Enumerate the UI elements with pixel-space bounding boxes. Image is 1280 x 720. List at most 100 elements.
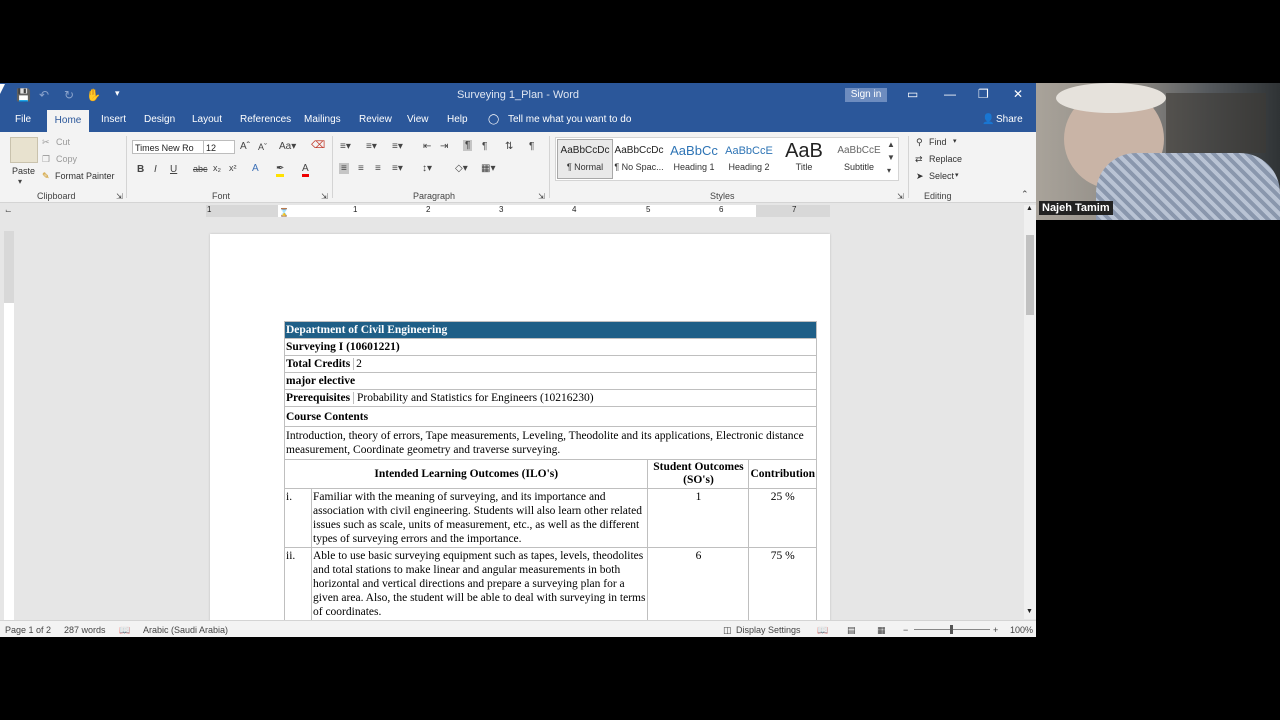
language-indicator[interactable]: Arabic (Saudi Arabia) (143, 625, 228, 635)
indent-marker-icon[interactable]: ⌛ (279, 208, 289, 217)
show-marks-icon[interactable]: ¶ (529, 141, 534, 152)
select-button[interactable]: Select (929, 171, 954, 181)
styles-launcher-icon[interactable]: ⇲ (897, 192, 904, 201)
replace-button[interactable]: Replace (929, 154, 962, 164)
word-count[interactable]: 287 words (64, 625, 106, 635)
ribbon-home: Paste ▾ ✂ Cut ❐ Copy ✎ Format Painter Cl… (0, 132, 1036, 203)
select-dropdown-icon[interactable]: ▾ (955, 171, 959, 179)
zoom-out-icon[interactable]: − (903, 625, 908, 635)
tab-insert[interactable]: Insert (101, 114, 126, 125)
find-dropdown-icon[interactable]: ▾ (953, 137, 957, 145)
align-center-icon[interactable]: ≡ (358, 163, 364, 174)
rtl-icon[interactable]: ¶ (482, 141, 487, 152)
restore-icon[interactable]: ❐ (978, 87, 989, 101)
style-preview: AaBbCc (670, 143, 718, 158)
bold-icon[interactable]: B (137, 164, 144, 175)
tab-file[interactable]: File (15, 114, 31, 125)
styles-scroll-up-icon[interactable]: ▲ (887, 140, 895, 149)
shading-icon[interactable]: ◇▾ (455, 163, 468, 174)
scroll-down-icon[interactable]: ▼ (1026, 608, 1033, 615)
clear-formatting-icon[interactable]: ⌫ (311, 140, 325, 151)
styles-more-icon[interactable]: ▾ (887, 166, 891, 175)
clipboard-launcher-icon[interactable]: ⇲ (116, 192, 123, 201)
print-layout-icon[interactable]: ▤ (847, 625, 856, 636)
change-case-icon[interactable]: Aa▾ (279, 141, 296, 152)
collapse-ribbon-icon[interactable]: ⌃ (1021, 189, 1029, 200)
copy-button[interactable]: Copy (56, 154, 77, 164)
numbering-icon[interactable]: ≡▾ (366, 141, 377, 152)
align-right-icon[interactable]: ≡ (375, 163, 381, 174)
paragraph-launcher-icon[interactable]: ⇲ (538, 192, 545, 201)
style-subtitle[interactable]: AaBbCcE Subtitle (832, 140, 886, 178)
tab-home[interactable]: Home (47, 110, 89, 132)
scroll-thumb[interactable] (1026, 235, 1034, 315)
zoom-in-icon[interactable]: + (993, 625, 998, 635)
grow-font-icon[interactable]: Aˆ (240, 141, 250, 152)
tab-view[interactable]: View (407, 114, 429, 125)
ruler-number: 7 (792, 205, 797, 214)
style-heading-1[interactable]: AaBbCc Heading 1 (667, 140, 721, 178)
tab-layout[interactable]: Layout (192, 114, 222, 125)
superscript-icon[interactable]: x² (229, 163, 237, 173)
minimize-icon[interactable]: — (944, 87, 956, 101)
tab-review[interactable]: Review (359, 114, 392, 125)
read-mode-icon[interactable]: 📖 (817, 625, 828, 636)
ruler-number: 3 (499, 205, 504, 214)
borders-icon[interactable]: ▦▾ (481, 163, 495, 174)
line-spacing-icon[interactable]: ↕▾ (422, 163, 432, 174)
tab-mailings[interactable]: Mailings (304, 114, 341, 125)
document-page[interactable]: Department of Civil Engineering Surveyin… (210, 234, 830, 637)
styles-scroll-down-icon[interactable]: ▼ (887, 153, 895, 162)
display-settings-button[interactable]: Display Settings (736, 625, 801, 635)
subscript-icon[interactable]: x₂ (213, 163, 221, 173)
font-size-select[interactable]: 12 (203, 140, 235, 154)
justify-icon[interactable]: ≡▾ (392, 163, 403, 174)
tab-selector-icon[interactable]: ⌙ (5, 206, 12, 215)
sign-in-button[interactable]: Sign in (845, 88, 887, 102)
font-launcher-icon[interactable]: ⇲ (321, 192, 328, 201)
vertical-scrollbar[interactable]: ▲ ▼ (1024, 205, 1036, 619)
proofing-icon[interactable]: 📖 (119, 625, 130, 636)
increase-indent-icon[interactable]: ⇥ (440, 141, 448, 152)
font-color-icon[interactable]: A (302, 163, 309, 177)
strikethrough-icon[interactable]: abc (193, 164, 208, 174)
web-layout-icon[interactable]: ▦ (877, 625, 886, 636)
row-number: ii. (284, 547, 312, 621)
italic-icon[interactable]: I (154, 164, 157, 175)
page-count[interactable]: Page 1 of 2 (5, 625, 51, 635)
style-heading-2[interactable]: AaBbCcE Heading 2 (722, 140, 776, 178)
ribbon-display-icon[interactable]: ▭ (907, 87, 918, 101)
zoom-level[interactable]: 100% (1010, 625, 1033, 635)
highlight-icon[interactable]: ✒ (276, 163, 285, 177)
style-normal[interactable]: AaBbCcDc ¶ Normal (557, 139, 613, 179)
paste-button[interactable]: Paste (12, 166, 35, 176)
paste-dropdown-icon[interactable]: ▾ (18, 177, 22, 186)
shrink-font-icon[interactable]: Aˇ (258, 142, 267, 152)
tab-design[interactable]: Design (144, 114, 175, 125)
share-button[interactable]: Share (996, 114, 1023, 125)
decrease-indent-icon[interactable]: ⇤ (423, 141, 431, 152)
style-no-spacing[interactable]: AaBbCcDc ¶ No Spac... (612, 140, 666, 178)
video-shelf (1166, 93, 1266, 153)
style-preview: AaB (785, 140, 823, 162)
course-table: Department of Civil Engineering Surveyin… (283, 321, 817, 621)
font-name-select[interactable]: Times New Ro (132, 140, 204, 154)
zoom-slider-thumb[interactable] (950, 625, 953, 634)
ltr-icon[interactable]: ¶ (463, 140, 473, 151)
sort-icon[interactable]: ⇅ (505, 141, 513, 152)
text-effects-icon[interactable]: A (252, 163, 259, 174)
multilevel-list-icon[interactable]: ≡▾ (392, 141, 403, 152)
divider (908, 136, 909, 198)
style-title[interactable]: AaB Title (777, 140, 831, 178)
find-button[interactable]: Find (929, 137, 947, 147)
align-left-icon[interactable]: ≡ (339, 163, 349, 174)
scroll-up-icon[interactable]: ▲ (1026, 205, 1033, 212)
underline-icon[interactable]: U (170, 164, 177, 175)
close-icon[interactable]: ✕ (1013, 87, 1023, 101)
format-painter-button[interactable]: Format Painter (55, 171, 115, 181)
tell-me-search[interactable]: Tell me what you want to do (508, 114, 631, 125)
tab-help[interactable]: Help (447, 114, 468, 125)
tab-references[interactable]: References (240, 114, 291, 125)
cut-button[interactable]: Cut (56, 137, 70, 147)
bullets-icon[interactable]: ≡▾ (340, 141, 351, 152)
